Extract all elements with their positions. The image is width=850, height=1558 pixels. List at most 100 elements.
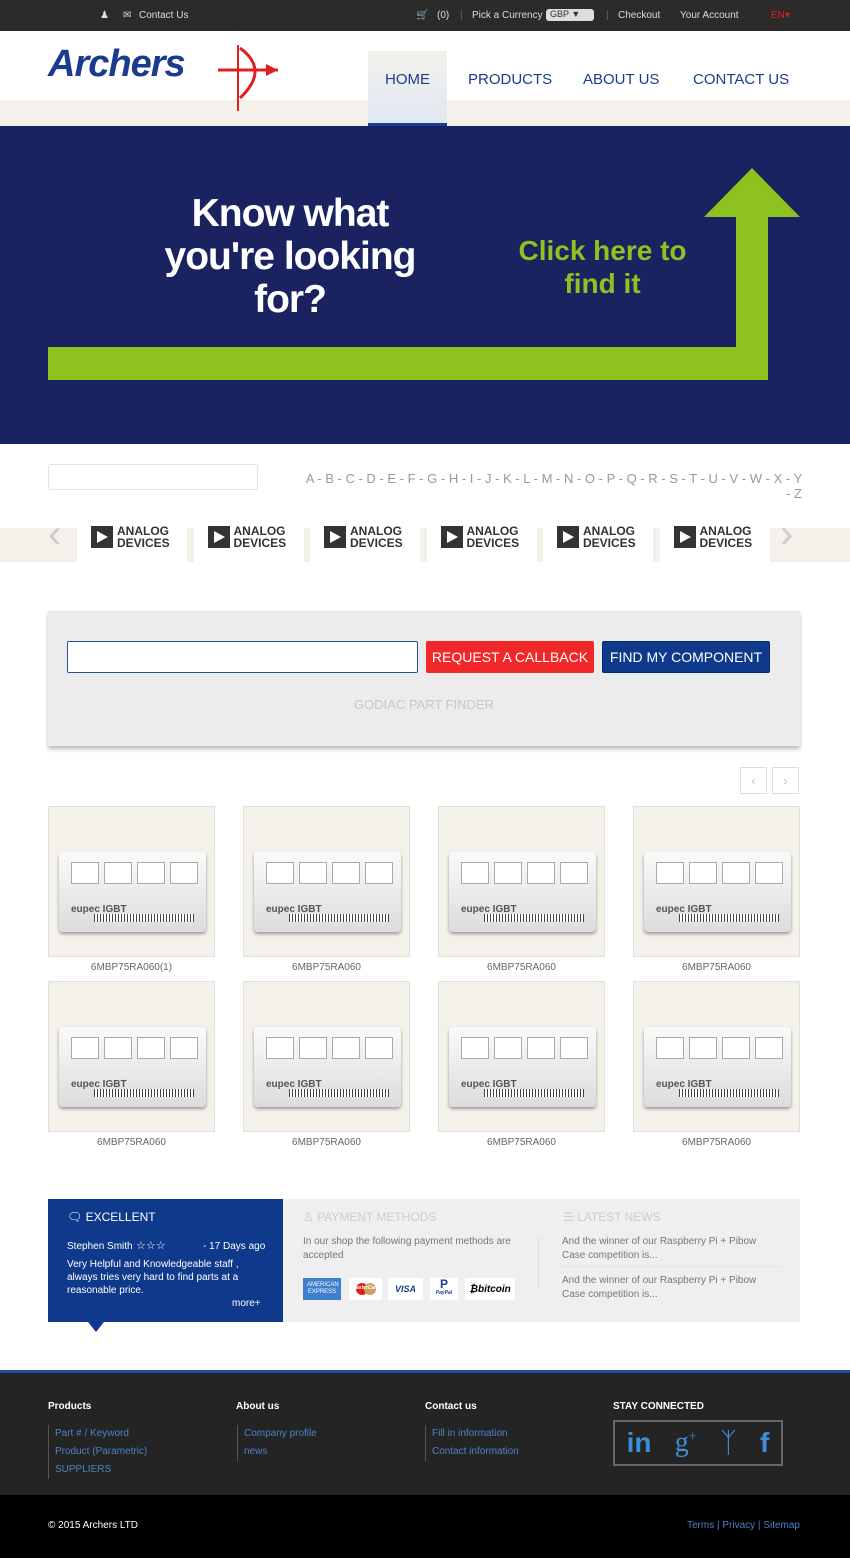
letter-link[interactable]: N [564,471,573,486]
brand-card[interactable]: ANALOG DEVICES [310,512,420,562]
nav-products[interactable]: PRODUCTS [468,71,552,88]
divider: - [473,471,485,486]
letter-link[interactable]: M [542,471,553,486]
letter-link[interactable]: D [366,471,375,486]
paypal-label: PayPal [435,1290,453,1296]
part-search-input[interactable] [67,641,418,673]
logo[interactable]: Archers [48,43,278,111]
twitter-icon[interactable]: ᛉ [720,1427,737,1459]
letter-link[interactable]: R [648,471,657,486]
footer-social-heading: STAY CONNECTED [613,1401,704,1412]
product-image[interactable]: eupec IGBT [48,981,215,1132]
news-item[interactable]: And the winner of our Raspberry Pi + Pib… [562,1274,782,1302]
brand-card[interactable]: ANALOG DEVICES [77,512,187,562]
find-component-button[interactable]: FIND MY COMPONENT [602,641,770,673]
letter-link[interactable]: K [503,471,512,486]
linkedin-icon[interactable]: in [627,1427,652,1459]
letter-link[interactable]: G [427,471,437,486]
social-links: in g+ ᛉ f [613,1420,783,1466]
currency-select[interactable]: GBP ▼ [546,9,594,21]
footer-link[interactable]: news [244,1443,317,1461]
nav-contact[interactable]: CONTACT US [693,71,789,88]
contact-link[interactable]: Contact Us [139,10,188,21]
next-page-icon[interactable]: › [772,767,799,794]
analog-devices-logo-icon [324,526,346,548]
divider: - [786,486,795,501]
chevron-down-icon: ▼ [571,9,581,19]
brand-search-input[interactable] [48,464,258,490]
product-name[interactable]: 6MBP75RA060 [633,962,800,973]
nav-about[interactable]: ABOUT US [583,71,659,88]
brand-card[interactable]: ANALOG DEVICES [426,512,537,562]
letter-link[interactable]: C [345,471,354,486]
product-image[interactable]: eupec IGBT [243,981,410,1132]
letter-link[interactable]: X [774,471,783,486]
product-name[interactable]: 6MBP75RA060 [438,1137,605,1148]
product-image[interactable]: eupec IGBT [633,981,800,1132]
footer-link[interactable]: Part # / Keyword [55,1425,147,1443]
language-select[interactable]: EN▾ [771,10,790,21]
footer-link[interactable]: SUPPLIERS [55,1461,147,1479]
prev-page-icon[interactable]: ‹ [740,767,767,794]
letter-link[interactable]: O [585,471,595,486]
letter-link[interactable]: Y [794,471,802,486]
account-link[interactable]: Your Account [680,10,739,21]
product-name[interactable]: 6MBP75RA060 [243,1137,410,1148]
nav-home[interactable]: HOME [385,71,430,88]
letter-link[interactable]: T [689,471,697,486]
igbt-module-icon: eupec IGBT [644,1027,791,1107]
footer-products-links: Part # / Keyword Product (Parametric) SU… [48,1425,147,1479]
letter-link[interactable]: Z [794,486,802,501]
letter-link[interactable]: Q [627,471,637,486]
letter-link[interactable]: B [325,471,334,486]
cart-count[interactable]: (0) [437,10,449,21]
footer-contact-heading: Contact us [425,1401,477,1412]
brand-card[interactable]: ANALOG DEVICES [659,512,770,562]
letter-link[interactable]: H [449,471,458,486]
letter-link[interactable]: L [523,471,530,486]
product-name[interactable]: 6MBP75RA060 [243,962,410,973]
letter-link[interactable]: W [750,471,762,486]
privacy-link[interactable]: Privacy [722,1520,755,1531]
footer-link[interactable]: Fill in information [432,1425,519,1443]
product-image[interactable]: eupec IGBT [438,806,605,957]
product-image[interactable]: eupec IGBT [48,806,215,957]
product-name[interactable]: 6MBP75RA060 [633,1137,800,1148]
google-plus-icon[interactable]: g+ [675,1427,697,1459]
request-callback-button[interactable]: REQUEST A CALLBACK [426,641,594,673]
sitemap-link[interactable]: Sitemap [763,1520,800,1531]
carousel-prev-icon[interactable]: ‹ [48,512,61,557]
cart-icon[interactable]: 🛒 [416,10,428,21]
review-heading: 🗨 EXCELLENT [67,1210,156,1224]
product-name[interactable]: 6MBP75RA060 [48,1137,215,1148]
product-name[interactable]: 6MBP75RA060(1) [48,962,215,973]
letter-link[interactable]: F [408,471,416,486]
brand-card[interactable]: ANALOG DEVICES [193,512,304,562]
footer-link[interactable]: Contact information [432,1443,519,1461]
user-icon[interactable]: ♟ [100,10,109,21]
checkout-link[interactable]: Checkout [618,10,660,21]
copyright: © 2015 Archers LTD [48,1520,138,1531]
product-image[interactable]: eupec IGBT [633,806,800,957]
footer-link[interactable]: Company profile [244,1425,317,1443]
letter-link[interactable]: V [729,471,738,486]
letter-link[interactable]: E [387,471,396,486]
footer-link[interactable]: Product (Parametric) [55,1443,147,1461]
letter-link[interactable]: A [306,471,314,486]
brand-card[interactable]: ANALOG DEVICES [543,512,653,562]
product-image[interactable]: eupec IGBT [438,981,605,1132]
more-link[interactable]: more+ [232,1298,261,1309]
letter-link[interactable]: U [709,471,718,486]
carousel-next-icon[interactable]: › [780,512,793,557]
language-value: EN [771,10,785,21]
facebook-icon[interactable]: f [760,1427,769,1459]
terms-link[interactable]: Terms [687,1520,714,1531]
hero-cta[interactable]: Click here to find it [510,234,695,300]
hero-banner[interactable]: Know what you're looking for? Click here… [0,126,850,444]
news-item[interactable]: And the winner of our Raspberry Pi + Pib… [562,1235,782,1263]
divider [562,1266,782,1267]
letter-link[interactable]: S [669,471,678,486]
product-name[interactable]: 6MBP75RA060 [438,962,605,973]
letter-link[interactable]: P [607,471,615,486]
product-image[interactable]: eupec IGBT [243,806,410,957]
